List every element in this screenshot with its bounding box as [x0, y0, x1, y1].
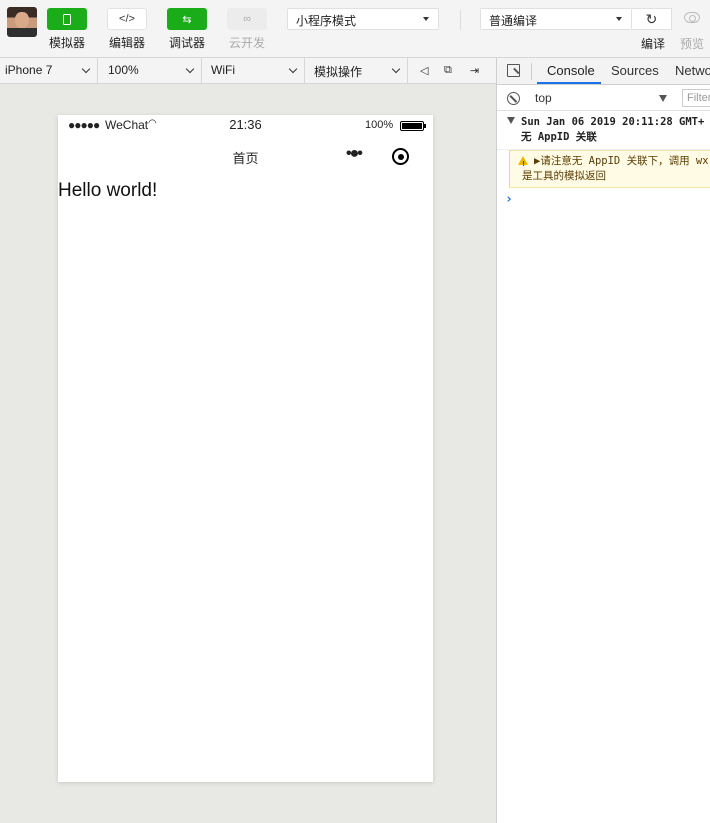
- log-group[interactable]: Sun Jan 06 2019 20:11:28 GMT+ 无 AppID 关联: [497, 111, 710, 150]
- simulate-ops-value: 模拟操作: [314, 65, 363, 79]
- filter-input[interactable]: Filter: [682, 89, 710, 107]
- expand-triangle-icon[interactable]: [507, 117, 515, 124]
- battery-percent: 100%: [365, 119, 394, 131]
- preview-label: 预览: [680, 37, 705, 51]
- warning-icon: [518, 156, 528, 172]
- inspect-icon[interactable]: [507, 64, 520, 77]
- top-toolbar: 模拟器 </> 编辑器 ⇆ 调试器 ∞ 云开发 小程序模式 普通编译 ↻ 编译 …: [0, 0, 710, 58]
- device-select-value: iPhone 7: [5, 63, 53, 77]
- window-icon[interactable]: ⧉: [444, 64, 452, 77]
- chevron-down-icon: [185, 64, 195, 74]
- cloud-label: 云开发: [228, 36, 265, 50]
- cloud-tool[interactable]: ∞ 云开发: [227, 8, 267, 51]
- status-bar: ●●●●● WeChat ◠ 21:36 100%: [58, 115, 433, 136]
- battery-icon: [400, 121, 426, 131]
- debugger-tool[interactable]: ⇆ 调试器: [167, 8, 207, 51]
- debugger-label: 调试器: [168, 36, 205, 50]
- log-group-header: Sun Jan 06 2019 20:11:28 GMT+: [521, 116, 705, 128]
- clear-console-icon[interactable]: [507, 92, 520, 105]
- compile-label: 编译: [641, 37, 666, 51]
- sound-icon[interactable]: ◁: [420, 64, 428, 77]
- chevron-down-icon: [659, 95, 667, 102]
- compile-button[interactable]: ↻: [632, 8, 672, 30]
- context-select[interactable]: top: [535, 91, 671, 105]
- chevron-down-icon: [81, 64, 91, 74]
- compile-select-value: 普通编译: [489, 14, 538, 28]
- editor-tool[interactable]: </> 编辑器: [107, 8, 147, 51]
- simulator-label: 模拟器: [48, 36, 85, 50]
- warning-message[interactable]: ▶请注意无 AppID 关联下，调用 wx 是工具的模拟返回: [509, 150, 710, 188]
- tab-console[interactable]: Console: [547, 63, 595, 78]
- device-bar: iPhone 7 100% WiFi 模拟操作 ◁ ⧉ ⇥: [0, 58, 496, 84]
- divider: [531, 63, 532, 80]
- editor-label: 编辑器: [108, 36, 145, 50]
- divider: [460, 10, 461, 30]
- mode-select[interactable]: 小程序模式: [287, 8, 439, 30]
- simulator-button[interactable]: [47, 8, 87, 30]
- console-toolbar: top Filter: [497, 85, 710, 111]
- cloud-button[interactable]: ∞: [227, 8, 267, 30]
- tab-sources[interactable]: Sources: [611, 63, 659, 78]
- chevron-down-icon: [391, 64, 401, 74]
- devtools-panel: Console Sources Network top Filter Sun J…: [496, 58, 710, 823]
- zoom-select-value: 100%: [108, 63, 139, 77]
- editor-button[interactable]: </>: [107, 8, 147, 30]
- more-icon[interactable]: •●•: [346, 145, 363, 163]
- simulate-ops-select[interactable]: 模拟操作: [305, 58, 408, 84]
- refresh-icon: ↻: [645, 10, 658, 27]
- console-prompt[interactable]: ›: [497, 188, 710, 207]
- cloud-link-icon: ∞: [243, 13, 251, 25]
- user-avatar[interactable]: [7, 7, 37, 37]
- phone-screen[interactable]: ●●●●● WeChat ◠ 21:36 100% 首页 •●• Hello w…: [58, 115, 433, 782]
- log-group-subtitle: 无 AppID 关联: [521, 131, 597, 143]
- simulator-tool[interactable]: 模拟器: [47, 8, 87, 51]
- code-icon: </>: [119, 13, 135, 25]
- devtools-tabs: Console Sources Network: [497, 58, 710, 85]
- active-tab-indicator: [537, 82, 601, 84]
- close-capsule-icon[interactable]: [392, 148, 409, 165]
- device-select[interactable]: iPhone 7: [0, 58, 98, 84]
- phone-icon: [63, 13, 71, 25]
- eye-icon[interactable]: [684, 12, 700, 23]
- warning-line-1: ▶请注意无 AppID 关联下，调用 wx: [534, 155, 709, 167]
- network-select-value: WiFi: [211, 63, 235, 77]
- nav-bar: 首页 •●•: [58, 136, 433, 178]
- console-log: Sun Jan 06 2019 20:11:28 GMT+ 无 AppID 关联…: [497, 111, 710, 207]
- tab-network[interactable]: Network: [675, 63, 710, 78]
- page-title: 首页: [232, 151, 259, 166]
- zoom-select[interactable]: 100%: [98, 58, 202, 84]
- hello-text: Hello world!: [58, 180, 158, 201]
- debug-icon: ⇆: [182, 13, 192, 26]
- debugger-button[interactable]: ⇆: [167, 8, 207, 30]
- simulator-area: ●●●●● WeChat ◠ 21:36 100% 首页 •●• Hello w…: [0, 85, 496, 823]
- dock-icon[interactable]: ⇥: [470, 64, 479, 77]
- warning-line-2: 是工具的模拟返回: [522, 170, 606, 182]
- mode-select-value: 小程序模式: [296, 14, 357, 28]
- chevron-down-icon: [288, 64, 298, 74]
- chevron-down-icon: [423, 17, 429, 21]
- compile-select[interactable]: 普通编译: [480, 8, 632, 30]
- chevron-down-icon: [616, 17, 622, 21]
- network-select[interactable]: WiFi: [202, 58, 305, 84]
